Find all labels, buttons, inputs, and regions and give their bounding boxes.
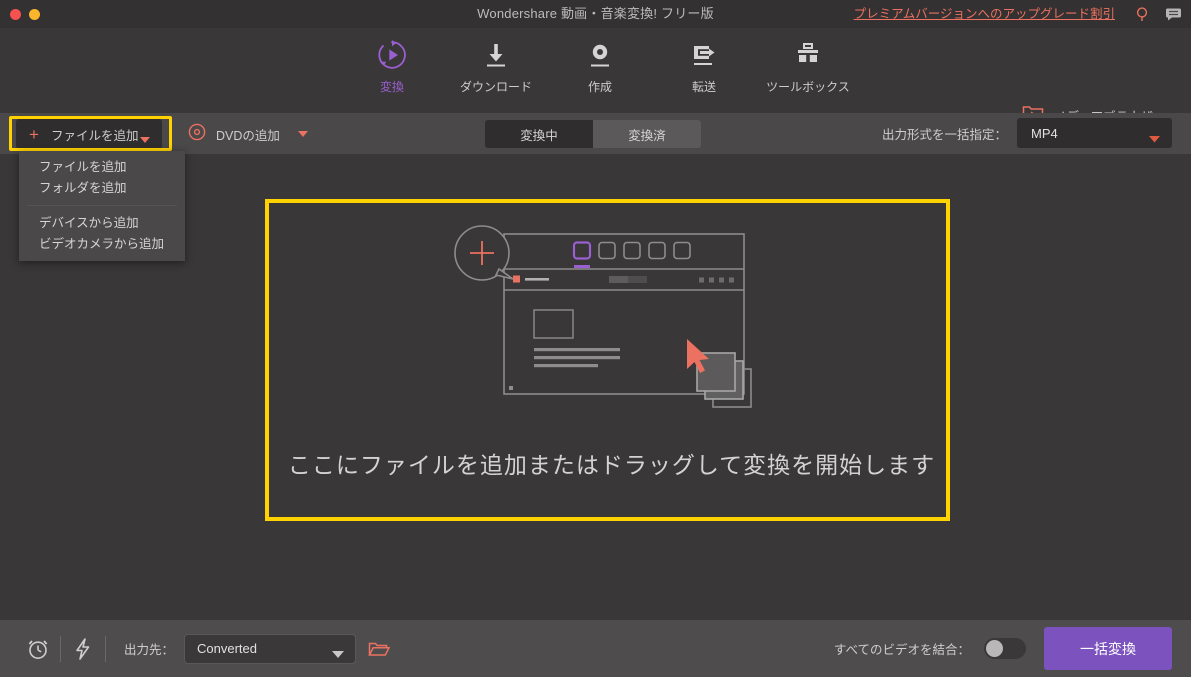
chevron-down-icon <box>1149 130 1160 148</box>
chevron-down-icon[interactable] <box>140 131 150 149</box>
tab-converting[interactable]: 変換中 <box>485 120 593 148</box>
convert-icon <box>375 38 409 72</box>
output-destination-label: 出力先： <box>124 643 175 657</box>
record-icon <box>583 38 617 72</box>
alarm-clock-icon[interactable] <box>16 620 60 677</box>
dvd-disc-icon <box>188 123 206 146</box>
convert-all-button[interactable]: 一括変換 <box>1044 627 1172 670</box>
output-format-group: 出力形式を一括指定： MP4 <box>882 118 1172 148</box>
bottom-bar: 出力先： Converted すべてのビデオを結合： 一括変換 <box>0 620 1191 677</box>
menu-item-add-from-camcorder[interactable]: ビデオカメラから追加 <box>19 234 185 255</box>
nav-label: 作成 <box>587 80 612 94</box>
nav-label: ダウンロード <box>459 80 532 94</box>
menu-item-add-from-device[interactable]: デバイスから追加 <box>19 213 185 234</box>
nav-item-transfer[interactable]: 転送 <box>652 32 756 95</box>
search-icon[interactable] <box>1133 4 1153 24</box>
add-file-dropdown-menu: ファイルを追加 フォルダを追加 デバイスから追加 ビデオカメラから追加 <box>19 151 185 261</box>
output-format-label: 出力形式を一括指定： <box>881 127 1007 142</box>
file-toolbar: + ファイルを追加 DVDの追加 変換中 変換済 出力形式を一括指定： MP4 <box>0 113 1191 154</box>
nav-items: 変換 ダウンロード 作成 転送 ツールボックス <box>340 32 860 95</box>
merge-videos-toggle[interactable] <box>984 638 1026 659</box>
output-format-value: MP4 <box>1031 125 1058 141</box>
chevron-down-icon[interactable] <box>297 125 308 143</box>
add-dvd-button[interactable]: DVDの追加 <box>188 119 308 149</box>
toggle-knob <box>986 640 1003 657</box>
menu-item-add-file[interactable]: ファイルを追加 <box>19 157 185 178</box>
status-tabs: 変換中 変換済 <box>485 120 701 148</box>
title-bar: Wondershare 動画・音楽変換! フリー版 プレミアムバージョンへのアッ… <box>0 0 1191 28</box>
feedback-icon[interactable] <box>1163 4 1183 24</box>
menu-item-add-folder[interactable]: フォルダを追加 <box>19 178 185 199</box>
tab-converted[interactable]: 変換済 <box>593 120 701 148</box>
nav-label: 転送 <box>691 80 716 94</box>
add-file-label: ファイルを追加 <box>50 128 139 143</box>
output-destination-value: Converted <box>197 641 257 656</box>
drop-zone-text: ここにファイルを追加またはドラッグして変換を開始します <box>287 452 936 478</box>
titlebar-icons <box>1133 4 1183 24</box>
main-nav: 変換 ダウンロード 作成 転送 ツールボックス <box>0 28 1191 141</box>
bottom-right-group: すべてのビデオを結合： 一括変換 <box>834 620 1172 677</box>
nav-label: ツールボックス <box>766 80 850 94</box>
lightning-bolt-icon[interactable] <box>61 620 105 677</box>
nav-item-convert[interactable]: 変換 <box>340 32 444 95</box>
transfer-icon <box>687 38 721 72</box>
nav-item-download[interactable]: ダウンロード <box>444 32 548 95</box>
nav-item-create[interactable]: 作成 <box>548 32 652 95</box>
merge-videos-label: すべてのビデオを結合： <box>833 643 970 657</box>
toolbox-icon <box>791 38 825 72</box>
app-window: Wondershare 動画・音楽変換! フリー版 プレミアムバージョンへのアッ… <box>0 0 1191 677</box>
chevron-down-icon <box>332 646 345 664</box>
open-folder-icon[interactable] <box>368 640 391 658</box>
add-dvd-label: DVDの追加 <box>216 128 280 143</box>
output-destination-select[interactable]: Converted <box>184 633 357 664</box>
plus-icon: + <box>29 124 39 144</box>
file-drop-zone[interactable]: ここにファイルを追加またはドラッグして変換を開始します <box>265 199 950 521</box>
drop-zone-illustration <box>269 217 954 427</box>
add-file-button[interactable]: + ファイルを追加 <box>16 119 162 149</box>
nav-item-toolbox[interactable]: ツールボックス <box>756 32 860 95</box>
divider <box>105 635 106 662</box>
output-format-select[interactable]: MP4 <box>1017 118 1172 148</box>
download-icon <box>479 38 513 72</box>
bottom-left-group: 出力先： Converted <box>16 620 391 677</box>
menu-divider <box>27 205 177 206</box>
nav-label: 変換 <box>379 80 404 94</box>
upgrade-link[interactable]: プレミアムバージョンへのアップグレード割引 <box>854 0 1115 28</box>
